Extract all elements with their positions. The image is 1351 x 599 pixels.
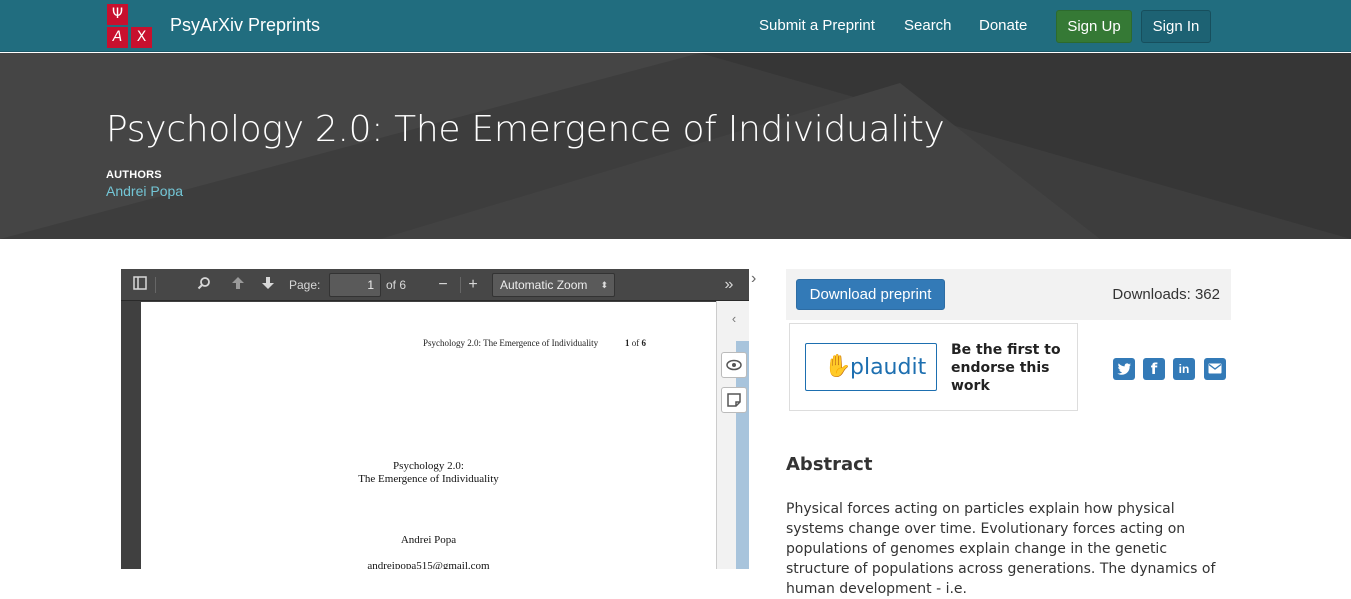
plaudit-wordmark: plaudit (850, 355, 927, 380)
pdf-author: Andrei Popa (400, 534, 457, 546)
pdf-running-header: Psychology 2.0: The Emergence of Individ… (423, 338, 599, 348)
author-link[interactable]: Andrei Popa (106, 183, 183, 199)
chevron-right-icon[interactable]: › (751, 270, 756, 288)
pdf-toolbar: Page: 1 of 6 − + Automatic Zoom ⬍ » (121, 269, 749, 301)
sidebar-toggle-icon[interactable] (131, 276, 149, 294)
select-arrows-icon: ⬍ (600, 280, 608, 290)
page-number-input[interactable]: 1 (329, 273, 381, 297)
logo-chi-cell: X (131, 27, 152, 48)
toolbar-divider (155, 277, 156, 293)
nav-search[interactable]: Search (904, 17, 952, 34)
search-icon[interactable] (195, 276, 213, 294)
toolbar-divider (460, 277, 461, 293)
authors-label: AUTHORS (106, 169, 162, 181)
endorse-text: Be the first to endorse this work (951, 342, 1061, 394)
page-count-label: of 6 (386, 278, 407, 292)
nav-submit-preprint[interactable]: Submit a Preprint (759, 17, 875, 34)
pdf-title-line2: The Emergence of Individuality (358, 473, 499, 485)
twitter-icon[interactable] (1113, 358, 1135, 380)
annotation-sidebar: ‹ (716, 301, 749, 569)
note-icon[interactable] (721, 387, 747, 413)
pdf-page: Psychology 2.0: The Emergence of Individ… (141, 302, 716, 569)
abstract-text: Physical forces acting on particles expl… (786, 501, 1216, 597)
pdf-viewer: Page: 1 of 6 − + Automatic Zoom ⬍ » Psyc… (121, 269, 749, 569)
pdf-page-count: 1 of 6 (625, 338, 646, 348)
sign-in-button[interactable]: Sign In (1141, 10, 1211, 43)
arrow-down-icon[interactable] (259, 276, 277, 294)
zoom-in-icon[interactable]: + (464, 276, 482, 294)
clapping-hands-icon: ✋ (824, 353, 852, 378)
zoom-out-icon[interactable]: − (434, 276, 452, 294)
linkedin-icon[interactable]: in (1173, 358, 1195, 380)
top-navbar: Ψ A X PsyArXiv Preprints Submit a Prepri… (0, 0, 1351, 52)
nav-donate[interactable]: Donate (979, 17, 1027, 34)
pdf-title-line1: Psychology 2.0: (393, 460, 464, 472)
preprint-header: Psychology 2.0: The Emergence of Individ… (0, 53, 1351, 239)
plaudit-widget: ✋ plaudit Be the first to endorse this w… (789, 323, 1078, 411)
zoom-select-value: Automatic Zoom (500, 278, 588, 292)
psyarxiv-logo[interactable]: Ψ A X (107, 4, 153, 48)
pdf-page-number: 1 (625, 338, 630, 348)
chevron-left-icon[interactable]: ‹ (721, 307, 747, 333)
email-icon[interactable] (1204, 358, 1226, 380)
download-count: Downloads: 362 (1112, 286, 1220, 303)
sign-up-button[interactable]: Sign Up (1056, 10, 1132, 43)
pdf-email: andreipopa515@gmail.com (367, 560, 490, 569)
plaudit-endorse-button[interactable]: ✋ plaudit (805, 343, 937, 391)
download-bar: Download preprint Downloads: 362 (786, 269, 1231, 320)
logo-psi-cell: Ψ (107, 4, 128, 25)
zoom-select[interactable]: Automatic Zoom ⬍ (492, 273, 615, 297)
logo-alpha-cell: A (107, 27, 128, 48)
preprint-title: Psychology 2.0: The Emergence of Individ… (106, 109, 945, 150)
pdf-page-total: 6 (641, 338, 647, 348)
brand-link[interactable]: PsyArXiv Preprints (170, 15, 320, 36)
eye-icon[interactable] (721, 352, 747, 378)
double-chevron-icon[interactable]: » (720, 276, 738, 294)
download-preprint-button[interactable]: Download preprint (796, 279, 945, 310)
page-label: Page: (289, 278, 321, 292)
abstract-heading: Abstract (786, 454, 873, 475)
facebook-icon[interactable]: f (1143, 358, 1165, 380)
pdf-page-of: of (631, 338, 640, 348)
arrow-up-icon[interactable] (229, 276, 247, 294)
